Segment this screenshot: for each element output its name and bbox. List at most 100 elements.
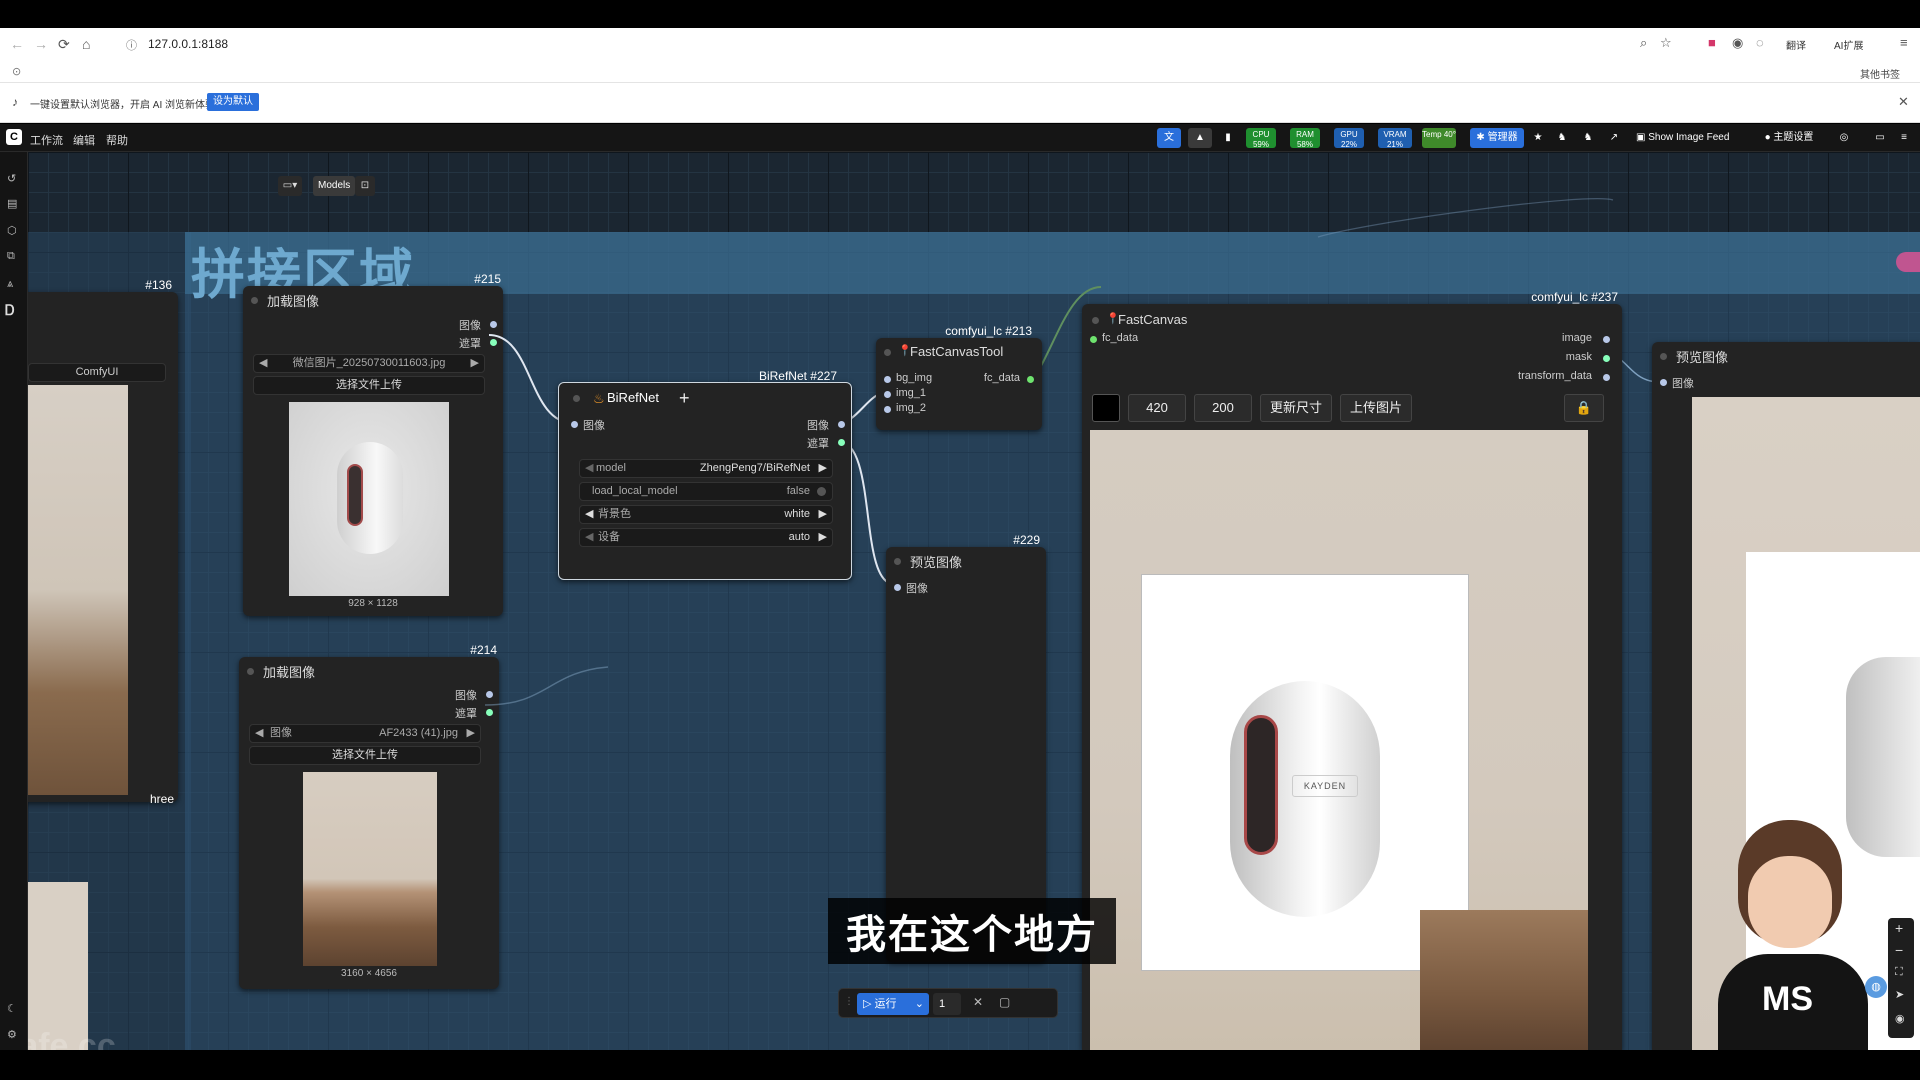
visibility-icon[interactable]: ◉ bbox=[1895, 1012, 1905, 1025]
stop-icon[interactable]: ▢ bbox=[999, 995, 1010, 1009]
bg-next-icon[interactable]: ▶ bbox=[819, 506, 827, 523]
node-237-upload-button[interactable]: 上传图片 bbox=[1340, 394, 1412, 422]
load-local-toggle[interactable] bbox=[817, 487, 826, 496]
bottom-black-bar bbox=[0, 1050, 1920, 1080]
preview-right-collapse-dot[interactable] bbox=[1660, 353, 1667, 360]
bg-prev-icon[interactable]: ◀ bbox=[585, 506, 593, 523]
node-237-out-image-port[interactable] bbox=[1603, 336, 1610, 343]
close-icon[interactable]: ✕ bbox=[1898, 94, 1909, 110]
menu-edit[interactable]: 编辑 bbox=[73, 132, 95, 148]
node-213-out-port[interactable] bbox=[1027, 376, 1034, 383]
panel-icon[interactable]: ▭ bbox=[1872, 128, 1888, 148]
assistant-icon[interactable]: ◍ bbox=[1865, 976, 1887, 998]
logo-icon[interactable]: Ꭰ bbox=[5, 302, 15, 319]
device-prev-icon[interactable]: ◀ bbox=[585, 529, 593, 546]
node-227-out-mask-port[interactable] bbox=[838, 439, 845, 446]
node-227-model-widget[interactable]: ◀ model ZhengPeng7/BiRefNet ▶ bbox=[579, 459, 833, 478]
node-213-fastcanvastool[interactable]: comfyui_lc #213 📍 FastCanvasTool bg_img … bbox=[876, 324, 1042, 430]
reload-icon[interactable]: ⟳ bbox=[58, 36, 70, 53]
menu-workflow[interactable]: 工作流 bbox=[30, 132, 63, 148]
model-prev-icon[interactable]: ◀ bbox=[585, 460, 593, 477]
comfy-logo-icon[interactable]: C bbox=[6, 129, 22, 145]
zoom-icon[interactable]: ⌕ bbox=[1640, 35, 1647, 51]
apps-icon[interactable]: ⊙ bbox=[12, 65, 21, 78]
node-237-resize-button[interactable]: 更新尺寸 bbox=[1260, 394, 1332, 422]
menu-icon[interactable]: ≡ bbox=[1900, 35, 1908, 50]
workflow-icon[interactable]: ⩓ bbox=[7, 278, 13, 291]
graph-canvas[interactable]: ▭▾ Models ⊡ #136 ComfyUI hree 拼接区域 #215 … bbox=[28, 152, 1920, 1050]
ai-extension-button[interactable]: AI扩展 bbox=[1834, 37, 1863, 52]
node-237-canvas-area[interactable]: KAYDEN bbox=[1090, 430, 1588, 1050]
node-237-width-input[interactable]: 420 bbox=[1128, 394, 1186, 422]
node-213-in-bg-port[interactable] bbox=[884, 376, 891, 383]
node-237-in-port[interactable] bbox=[1090, 336, 1097, 343]
extension2-icon[interactable]: ◉ bbox=[1732, 35, 1743, 51]
batch-count-input[interactable]: 1 bbox=[933, 993, 961, 1015]
node-237-color-picker[interactable] bbox=[1092, 394, 1120, 422]
theme-toggle-icon[interactable]: ☾ bbox=[7, 1002, 17, 1015]
edge-badge[interactable] bbox=[1896, 252, 1920, 272]
home-icon[interactable]: ⌂ bbox=[82, 36, 90, 52]
node-227-load-local-widget[interactable]: load_local_model false bbox=[579, 482, 833, 501]
user-icon[interactable]: ◎ bbox=[1834, 128, 1854, 148]
node-227-birefnet[interactable]: BiRefNet #227 ♨ BiRefNet + 图像 图像 遮罩 ◀ mo… bbox=[558, 369, 852, 580]
url-text[interactable]: 127.0.0.1:8188 bbox=[148, 37, 228, 51]
node-library-icon[interactable]: ⬡ bbox=[7, 224, 17, 237]
theme-settings-button[interactable]: ● 主题设置 bbox=[1760, 128, 1818, 148]
lock-icon[interactable]: 🔒 bbox=[1564, 394, 1604, 422]
other-bookmarks[interactable]: 其他书签 bbox=[1860, 66, 1900, 81]
node-227-device-widget[interactable]: ◀ 设备 auto ▶ bbox=[579, 528, 833, 547]
zoom-in-icon[interactable]: + bbox=[1895, 920, 1903, 936]
gift-icon[interactable]: ♞ bbox=[1580, 128, 1596, 148]
extension-icon[interactable]: ■ bbox=[1708, 35, 1716, 50]
node-213-collapse-dot[interactable] bbox=[884, 349, 891, 356]
menu-help[interactable]: 帮助 bbox=[106, 132, 128, 148]
select-icon[interactable]: ➤ bbox=[1895, 988, 1904, 1001]
back-icon[interactable]: ← bbox=[10, 36, 24, 52]
node-237-out-mask-port[interactable] bbox=[1603, 355, 1610, 362]
settings-icon[interactable]: ⚙ bbox=[7, 1028, 17, 1041]
fit-view-icon[interactable]: ⛶ bbox=[1895, 966, 1903, 979]
site-info-icon[interactable]: ⓘ bbox=[126, 37, 137, 53]
hamburger-icon[interactable]: ≡ bbox=[1896, 128, 1912, 148]
node-237-fastcanvas[interactable]: comfyui_lc #237 📍 FastCanvas fc_data ima… bbox=[1082, 290, 1622, 1050]
preview-right-in-port[interactable] bbox=[1660, 379, 1667, 386]
history-icon[interactable]: ↺ bbox=[7, 172, 16, 185]
comfy-icon[interactable]: ♞ bbox=[1554, 128, 1570, 148]
node-237-badge: comfyui_lc #237 bbox=[1531, 290, 1618, 304]
forward-icon[interactable]: → bbox=[34, 36, 48, 52]
temp-meter: Temp 40° bbox=[1422, 128, 1456, 148]
node-227-collapse-dot[interactable] bbox=[573, 395, 580, 402]
translate-button[interactable]: 翻译 bbox=[1786, 37, 1806, 52]
manager-button[interactable]: ✱ 管理器 bbox=[1470, 128, 1524, 148]
device-next-icon[interactable]: ▶ bbox=[819, 529, 827, 546]
crystools-icon[interactable]: ▲ bbox=[1188, 128, 1212, 148]
extension3-icon[interactable]: ◌ bbox=[1756, 35, 1764, 50]
model-next-icon[interactable]: ▶ bbox=[819, 460, 827, 477]
node-237-height-input[interactable]: 200 bbox=[1194, 394, 1252, 422]
node-213-in-img2-port[interactable] bbox=[884, 406, 891, 413]
bookmark-icon[interactable]: ▮ bbox=[1220, 128, 1236, 148]
star-icon[interactable]: ★ bbox=[1530, 128, 1546, 148]
screen: ← → ⟳ ⌂ ⓘ 127.0.0.1:8188 ⌕ ☆ ■ ◉ ◌ 翻译 AI… bbox=[0, 0, 1920, 1080]
node-227-bg-color-widget[interactable]: ◀ 背景色 white ▶ bbox=[579, 505, 833, 524]
drag-handle-icon[interactable]: ⋮ bbox=[844, 996, 854, 1007]
node-227-out-image-port[interactable] bbox=[838, 421, 845, 428]
cancel-icon[interactable]: ✕ bbox=[973, 995, 983, 1009]
run-button[interactable]: ▷ 运行 ⌄ bbox=[857, 993, 929, 1015]
node-213-in-img1-port[interactable] bbox=[884, 391, 891, 398]
star-icon[interactable]: ☆ bbox=[1660, 35, 1672, 51]
set-default-button[interactable]: 设为默认 bbox=[207, 93, 259, 111]
queue-icon[interactable]: ▤ bbox=[7, 197, 17, 210]
translate-toggle-button[interactable]: 文 bbox=[1157, 128, 1181, 148]
node-227-in-image-port[interactable] bbox=[571, 421, 578, 428]
node-237-out-transform-port[interactable] bbox=[1603, 374, 1610, 381]
node-229-in-port[interactable] bbox=[894, 584, 901, 591]
share-icon[interactable]: ↗ bbox=[1606, 128, 1622, 148]
run-dropdown-icon[interactable]: ⌄ bbox=[915, 993, 924, 1015]
node-237-collapse-dot[interactable] bbox=[1092, 317, 1099, 324]
show-image-feed-button[interactable]: ▣ Show Image Feed bbox=[1636, 128, 1744, 148]
model-library-icon[interactable]: ⧉ bbox=[7, 250, 15, 263]
node-229-collapse-dot[interactable] bbox=[894, 558, 901, 565]
zoom-out-icon[interactable]: − bbox=[1895, 942, 1903, 958]
